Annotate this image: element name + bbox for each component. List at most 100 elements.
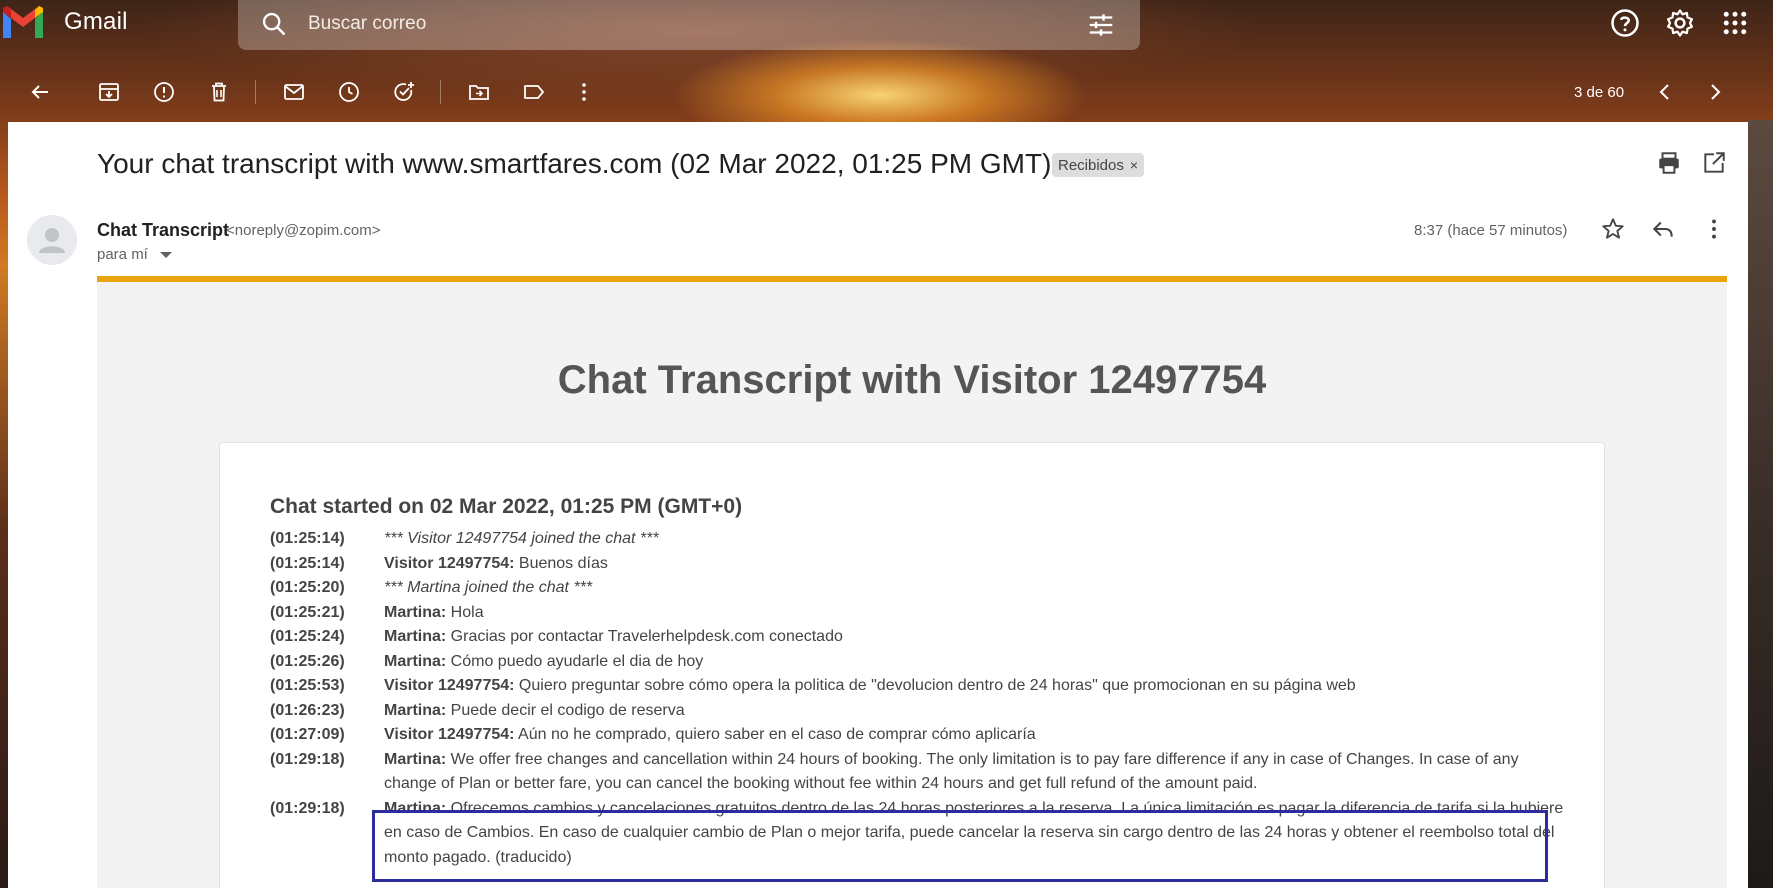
search-icon[interactable] xyxy=(260,10,288,38)
chat-speaker: Visitor 12497754: xyxy=(384,726,515,743)
chat-timestamp: (01:27:09) xyxy=(270,726,345,743)
chat-speaker: Martina: xyxy=(384,701,447,719)
remove-label-icon[interactable]: × xyxy=(1130,157,1138,173)
chat-line: (01:25:14) Visitor 12497754: Buenos días xyxy=(270,552,1570,577)
apps-icon[interactable] xyxy=(1720,8,1750,38)
star-icon[interactable] xyxy=(1600,216,1626,242)
more-icon[interactable] xyxy=(572,80,596,104)
label-chip-inbox[interactable]: Recibidos × xyxy=(1052,153,1145,177)
chat-message: *** Visitor 12497754 joined the chat *** xyxy=(384,527,1570,552)
chat-timestamp: (01:25:24) xyxy=(270,628,345,645)
search-bar xyxy=(238,0,1140,50)
chat-timestamp: (01:26:23) xyxy=(270,701,345,719)
search-input[interactable] xyxy=(308,10,1008,38)
transcript-title: Chat Transcript with Visitor 12497754 xyxy=(557,358,1267,402)
message-toolbar: 3 de 60 xyxy=(0,72,1773,112)
chat-timestamp: (01:25:21) xyxy=(270,603,345,621)
chat-speaker: Martina: xyxy=(384,750,447,768)
chat-line: (01:25:21) Martina: Hola xyxy=(270,601,1570,626)
chat-speaker: Visitor 12497754: xyxy=(384,554,515,572)
chat-message: Martina: We offer free changes and cance… xyxy=(384,748,1570,797)
older-chevron-right-icon[interactable] xyxy=(1703,80,1727,104)
chat-message: Martina: Puede decir el codigo de reserv… xyxy=(384,699,1570,724)
mark-unread-icon[interactable] xyxy=(282,80,306,104)
chat-line: (01:26:23) Martina: Puede decir el codigo… xyxy=(270,699,1570,724)
chat-timestamp: (01:25:53) xyxy=(270,677,345,694)
snooze-icon[interactable] xyxy=(337,80,361,104)
newer-chevron-left-icon[interactable] xyxy=(1653,80,1677,104)
help-icon[interactable] xyxy=(1610,8,1640,38)
label-chip-text: Recibidos xyxy=(1058,156,1124,174)
chat-text: Aún no he comprado, quiero saber en el c… xyxy=(514,726,1036,743)
background-edge xyxy=(1748,120,1773,888)
chat-timestamp: (01:25:14) xyxy=(270,554,345,572)
chat-message: Visitor 12497754: Buenos días xyxy=(384,552,1570,577)
chat-speaker: Martina: xyxy=(384,652,447,670)
chat-text: Puede decir el codigo de reserva xyxy=(446,701,685,719)
chat-text: Gracias por contactar Travelerhelpdesk.c… xyxy=(446,628,843,645)
chat-message: Visitor 12497754: Aún no he comprado, qu… xyxy=(384,723,1570,748)
chat-line-highlighted: (01:29:18) Martina: Ofrecemos cambios y c… xyxy=(270,797,1570,871)
chat-message: Martina: Ofrecemos cambios y cancelacion… xyxy=(384,797,1570,871)
chat-text: Ofrecemos cambios y cancelaciones gratui… xyxy=(384,799,1564,866)
archive-icon[interactable] xyxy=(97,80,121,104)
sender-email: <noreply@zopim.com> xyxy=(226,222,381,239)
delete-icon[interactable] xyxy=(207,80,231,104)
chat-text: Buenos días xyxy=(514,554,608,572)
chat-timestamp: (01:25:26) xyxy=(270,652,345,670)
chat-line: (01:25:53) Visitor 12497754: Quiero pregu… xyxy=(270,674,1570,699)
email-body: Chat Transcript with Visitor 12497754 Ch… xyxy=(97,282,1727,888)
chat-timestamp: (01:29:18) xyxy=(270,799,345,817)
label-icon[interactable] xyxy=(522,80,546,104)
open-in-new-window-icon[interactable] xyxy=(1701,150,1727,176)
report-spam-icon[interactable] xyxy=(152,80,176,104)
chat-text: *** Martina joined the chat *** xyxy=(384,579,593,596)
chat-speaker: Martina: xyxy=(384,799,447,817)
more-options-icon[interactable] xyxy=(1701,216,1727,242)
chat-started-heading: Chat started on 02 Mar 2022, 01:25 PM (G… xyxy=(270,495,743,518)
sender-name[interactable]: Chat Transcript xyxy=(97,220,229,241)
settings-icon[interactable] xyxy=(1665,8,1695,38)
chat-text: *** Visitor 12497754 joined the chat *** xyxy=(384,530,659,547)
email-subject: Your chat transcript with www.smartfares… xyxy=(97,148,1052,179)
top-bar: Gmail xyxy=(0,0,1773,60)
sender-avatar[interactable] xyxy=(27,215,77,265)
chat-text: Cómo puedo ayudarle el dia de hoy xyxy=(446,652,704,670)
chat-speaker: Martina: xyxy=(384,603,447,621)
chat-speaker: Visitor 12497754: xyxy=(384,677,515,694)
chat-line: (01:25:20) *** Martina joined the chat **… xyxy=(270,576,1570,601)
back-icon[interactable] xyxy=(28,80,52,104)
chat-lines: (01:25:14) *** Visitor 12497754 joined th… xyxy=(270,527,1570,870)
move-to-icon[interactable] xyxy=(467,80,491,104)
gmail-logo[interactable]: Gmail xyxy=(0,4,128,40)
search-options-icon[interactable] xyxy=(1086,10,1116,40)
chat-message: Martina: Hola xyxy=(384,601,1570,626)
recipient-label: para mí xyxy=(97,246,148,263)
transcript-card: Chat started on 02 Mar 2022, 01:25 PM (G… xyxy=(219,442,1605,888)
chat-text: We offer free changes and cancellation w… xyxy=(384,750,1519,793)
chat-line: (01:27:09) Visitor 12497754: Aún no he co… xyxy=(270,723,1570,748)
chat-message: Martina: Cómo puedo ayudarle el dia de h… xyxy=(384,650,1570,675)
recipient-details-toggle[interactable]: para mí xyxy=(97,246,172,263)
chat-timestamp: (01:29:18) xyxy=(270,750,345,768)
gmail-logo-icon xyxy=(3,6,43,38)
email-time: 8:37 (hace 57 minutos) xyxy=(1414,222,1568,239)
pager-count: 3 de 60 xyxy=(1574,84,1625,101)
print-icon[interactable] xyxy=(1656,150,1682,176)
message-panel: Your chat transcript with www.smartfares… xyxy=(8,122,1748,888)
chat-line: (01:25:24) Martina: Gracias por contactar… xyxy=(270,625,1570,650)
chat-message: Martina: Gracias por contactar Travelerh… xyxy=(384,625,1570,650)
chat-text: Hola xyxy=(446,603,484,621)
chat-line: (01:25:26) Martina: Cómo puedo ayudarle e… xyxy=(270,650,1570,675)
toolbar-divider xyxy=(440,80,441,104)
chat-message: *** Martina joined the chat *** xyxy=(384,576,1570,601)
chat-timestamp: (01:25:14) xyxy=(270,530,345,547)
avatar-person-icon xyxy=(39,228,65,253)
chat-message: Visitor 12497754: Quiero preguntar sobre… xyxy=(384,674,1570,699)
caret-down-icon xyxy=(159,251,172,258)
chat-line: (01:29:18) Martina: We offer free changes… xyxy=(270,748,1570,797)
add-task-icon[interactable] xyxy=(392,80,416,104)
reply-icon[interactable] xyxy=(1650,216,1676,242)
chat-speaker: Martina: xyxy=(384,628,447,645)
gmail-logo-text: Gmail xyxy=(64,8,128,35)
